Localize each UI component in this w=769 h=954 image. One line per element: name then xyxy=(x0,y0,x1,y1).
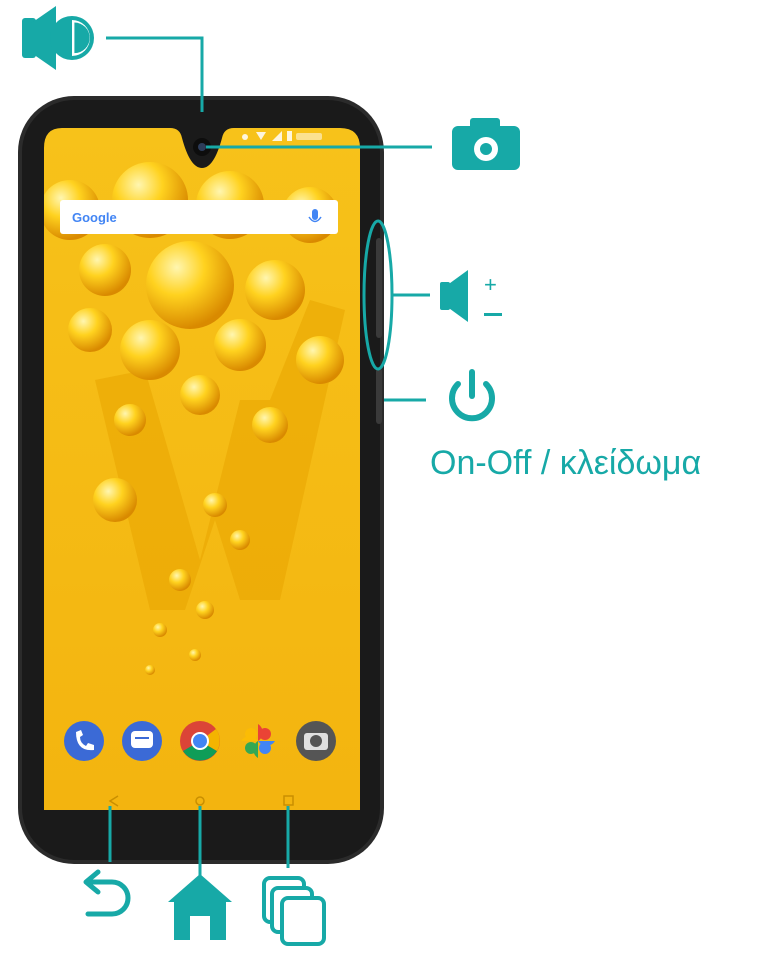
search-widget-brand: Google xyxy=(72,210,117,225)
power-icon xyxy=(449,369,495,422)
power-caption: On-Off / κλείδωμα xyxy=(430,444,702,482)
volume-up-down-icon: + xyxy=(440,270,502,322)
camera-app-icon[interactable] xyxy=(296,721,336,761)
phone-app-icon[interactable] xyxy=(64,721,104,761)
back-arrow-icon xyxy=(83,869,131,917)
camera-icon xyxy=(452,118,520,170)
svg-text:+: + xyxy=(484,272,497,297)
speaker-icon xyxy=(22,6,94,70)
phone-screen: Google xyxy=(44,128,360,810)
chrome-app-icon[interactable] xyxy=(180,721,220,761)
recent-apps-icon xyxy=(262,876,326,946)
home-icon xyxy=(168,874,232,940)
